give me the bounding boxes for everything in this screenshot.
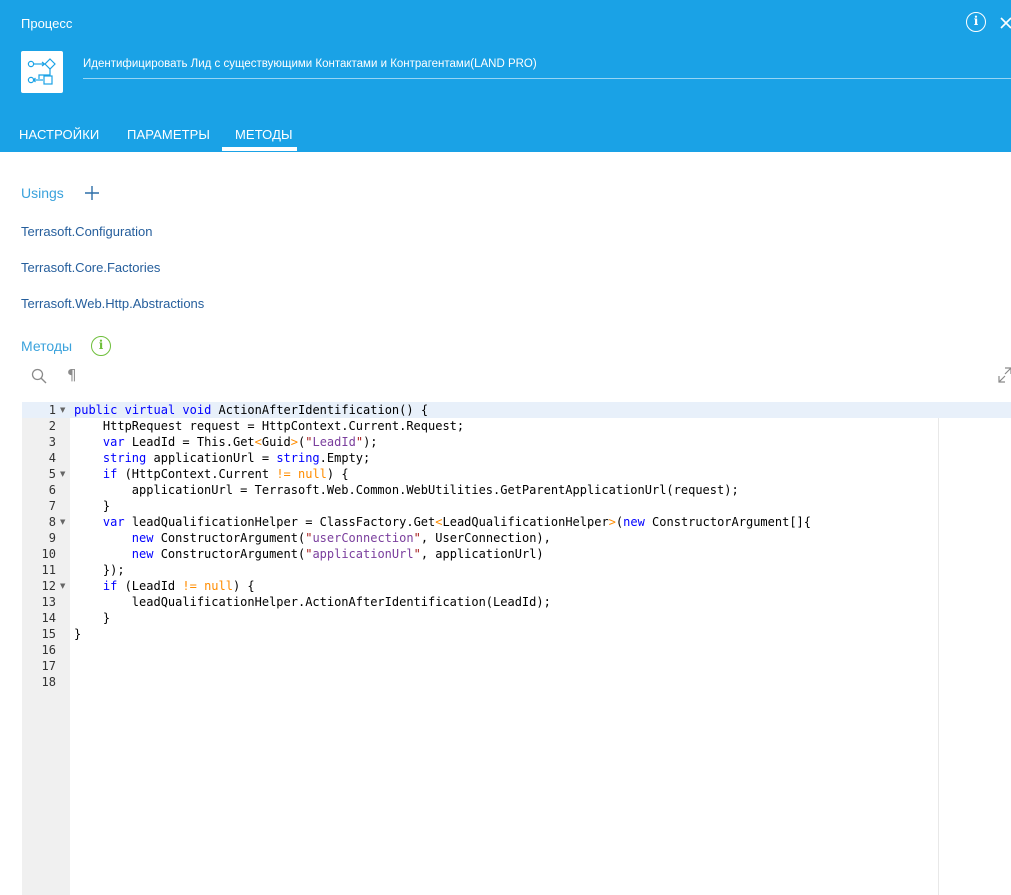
line-number: 1 xyxy=(48,403,56,417)
code-editor[interactable]: 1 2 3 4 5 6 7 8 9 10 11 12 13 14 15 16 17 18 ▼ ▼ ▼ ▼ public … xyxy=(22,402,1011,895)
fold-toggle-icon[interactable]: ▼ xyxy=(60,466,65,482)
code-line[interactable]: public virtual void ActionAfterIdentific… xyxy=(74,403,428,417)
line-number: 2 xyxy=(48,419,56,433)
using-item[interactable]: Terrasoft.Configuration xyxy=(21,224,153,239)
line-number: 17 xyxy=(41,659,56,673)
line-number: 13 xyxy=(41,595,56,609)
tab-methods[interactable]: МЕТОДЫ xyxy=(235,127,293,142)
fold-toggle-icon[interactable]: ▼ xyxy=(60,514,65,530)
line-number: 14 xyxy=(41,611,56,625)
line-number: 15 xyxy=(41,627,56,641)
code-line[interactable]: }); xyxy=(74,563,125,577)
process-name-field[interactable]: Идентифицировать Лид с существующими Кон… xyxy=(83,56,1011,79)
line-number: 18 xyxy=(41,675,56,689)
line-number: 6 xyxy=(48,483,56,497)
code-line[interactable]: HttpRequest request = HttpContext.Curren… xyxy=(74,419,464,433)
line-number: 9 xyxy=(48,531,56,545)
line-number: 4 xyxy=(48,451,56,465)
code-line[interactable]: leadQualificationHelper.ActionAfterIdent… xyxy=(74,595,551,609)
line-number: 12 xyxy=(41,579,56,593)
fold-toggle-icon[interactable]: ▼ xyxy=(60,402,65,418)
tab-settings[interactable]: НАСТРОЙКИ xyxy=(19,127,99,142)
search-icon[interactable] xyxy=(31,368,47,384)
process-header: Процесс i Идентифицировать Лид с существ… xyxy=(0,0,1011,152)
using-item[interactable]: Terrasoft.Core.Factories xyxy=(21,260,160,275)
code-line[interactable]: new ConstructorArgument("userConnection"… xyxy=(74,531,551,545)
code-line[interactable]: var LeadId = This.Get<Guid>("LeadId"); xyxy=(74,435,378,449)
line-number: 3 xyxy=(48,435,56,449)
code-line[interactable]: string applicationUrl = string.Empty; xyxy=(74,451,370,465)
code-line[interactable]: } xyxy=(74,627,81,641)
info-icon[interactable]: i xyxy=(966,12,986,32)
close-icon[interactable] xyxy=(999,16,1011,30)
code-line[interactable]: if (HttpContext.Current != null) { xyxy=(74,467,349,481)
code-line[interactable]: if (LeadId != null) { xyxy=(74,579,255,593)
fold-toggle-icon[interactable]: ▼ xyxy=(60,578,65,594)
process-name: Идентифицировать Лид с существующими Кон… xyxy=(83,58,537,70)
active-tab-indicator xyxy=(222,147,297,151)
using-item[interactable]: Terrasoft.Web.Http.Abstractions xyxy=(21,296,204,311)
code-line[interactable]: } xyxy=(74,499,110,513)
process-flow-icon xyxy=(21,51,63,93)
methods-title: Методы xyxy=(21,338,73,354)
line-number: 10 xyxy=(41,547,56,561)
code-line[interactable]: var leadQualificationHelper = ClassFacto… xyxy=(74,515,811,529)
expand-icon[interactable] xyxy=(998,367,1011,383)
print-margin xyxy=(938,418,939,895)
header-title: Процесс xyxy=(21,16,73,31)
code-line[interactable]: new ConstructorArgument("applicationUrl"… xyxy=(74,547,544,561)
line-number: 16 xyxy=(41,643,56,657)
line-number: 7 xyxy=(48,499,56,513)
line-number: 11 xyxy=(41,563,56,577)
line-number: 8 xyxy=(48,515,56,529)
tab-parameters[interactable]: ПАРАМЕТРЫ xyxy=(127,127,210,142)
methods-info-icon[interactable]: i xyxy=(91,336,111,356)
code-line[interactable]: } xyxy=(74,611,110,625)
code-content[interactable]: public virtual void ActionAfterIdentific… xyxy=(74,402,811,674)
plus-icon[interactable] xyxy=(85,186,99,200)
line-number: 5 xyxy=(48,467,56,481)
usings-title: Usings xyxy=(21,185,64,201)
code-line[interactable]: applicationUrl = Terrasoft.Web.Common.We… xyxy=(74,483,739,497)
pilcrow-icon[interactable]: ¶ xyxy=(67,366,77,384)
